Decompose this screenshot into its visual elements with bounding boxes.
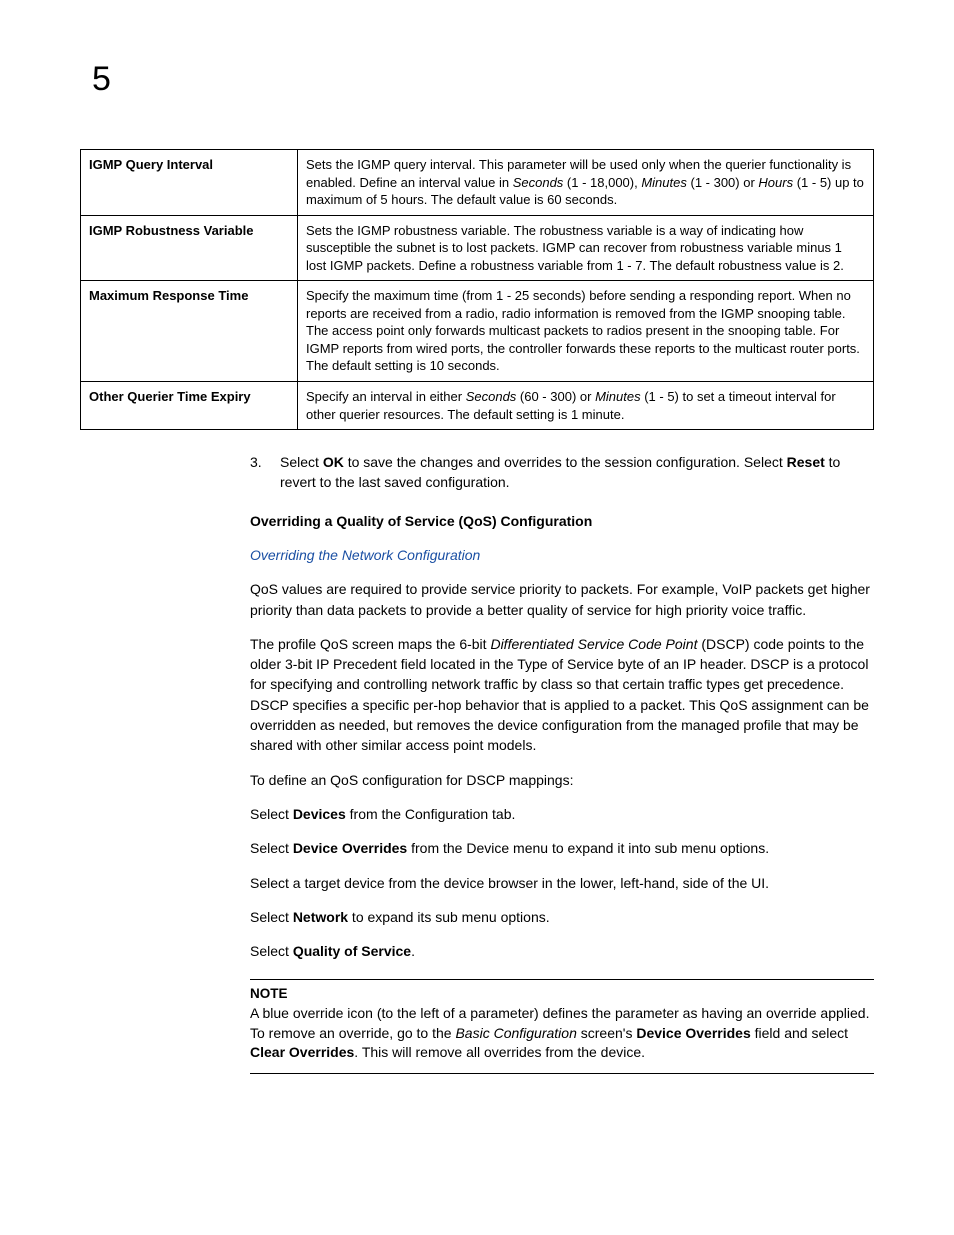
step-number: 3. bbox=[250, 452, 280, 493]
dscp-paragraph: The profile QoS screen maps the 6-bit Di… bbox=[250, 634, 874, 756]
table-row: Other Querier Time ExpirySpecify an inte… bbox=[81, 382, 874, 430]
chapter-number: 5 bbox=[92, 60, 874, 99]
note-label: NOTE bbox=[250, 984, 874, 1004]
qos-intro-paragraph: QoS values are required to provide servi… bbox=[250, 579, 874, 620]
parameter-table: IGMP Query IntervalSets the IGMP query i… bbox=[80, 149, 874, 430]
parameter-name: Other Querier Time Expiry bbox=[81, 382, 298, 430]
parameter-description: Sets the IGMP robustness variable. The r… bbox=[298, 215, 874, 281]
parameter-description: Specify an interval in either Seconds (6… bbox=[298, 382, 874, 430]
table-row: IGMP Robustness VariableSets the IGMP ro… bbox=[81, 215, 874, 281]
table-row: Maximum Response TimeSpecify the maximum… bbox=[81, 281, 874, 382]
body-content: 3. Select OK to save the changes and ove… bbox=[250, 452, 874, 1074]
ok-label: OK bbox=[323, 454, 344, 470]
select-qos: Select Quality of Service. bbox=[250, 941, 874, 961]
note-block: NOTE A blue override icon (to the left o… bbox=[250, 979, 874, 1073]
note-text: A blue override icon (to the left of a p… bbox=[250, 1004, 874, 1063]
select-devices: Select Devices from the Configuration ta… bbox=[250, 804, 874, 824]
select-device-overrides: Select Device Overrides from the Device … bbox=[250, 838, 874, 858]
parameter-name: IGMP Query Interval bbox=[81, 150, 298, 216]
parameter-description: Specify the maximum time (from 1 - 25 se… bbox=[298, 281, 874, 382]
reset-label: Reset bbox=[787, 454, 825, 470]
step-3: 3. Select OK to save the changes and ove… bbox=[250, 452, 874, 493]
qos-heading: Overriding a Quality of Service (QoS) Co… bbox=[250, 511, 874, 531]
table-row: IGMP Query IntervalSets the IGMP query i… bbox=[81, 150, 874, 216]
step-text: Select OK to save the changes and overri… bbox=[280, 452, 874, 493]
network-config-link[interactable]: Overriding the Network Configuration bbox=[250, 545, 874, 565]
parameter-name: Maximum Response Time bbox=[81, 281, 298, 382]
select-target: Select a target device from the device b… bbox=[250, 873, 874, 893]
select-network: Select Network to expand its sub menu op… bbox=[250, 907, 874, 927]
document-page: 5 IGMP Query IntervalSets the IGMP query… bbox=[0, 0, 954, 1235]
parameter-description: Sets the IGMP query interval. This param… bbox=[298, 150, 874, 216]
define-paragraph: To define an QoS configuration for DSCP … bbox=[250, 770, 874, 790]
parameter-name: IGMP Robustness Variable bbox=[81, 215, 298, 281]
